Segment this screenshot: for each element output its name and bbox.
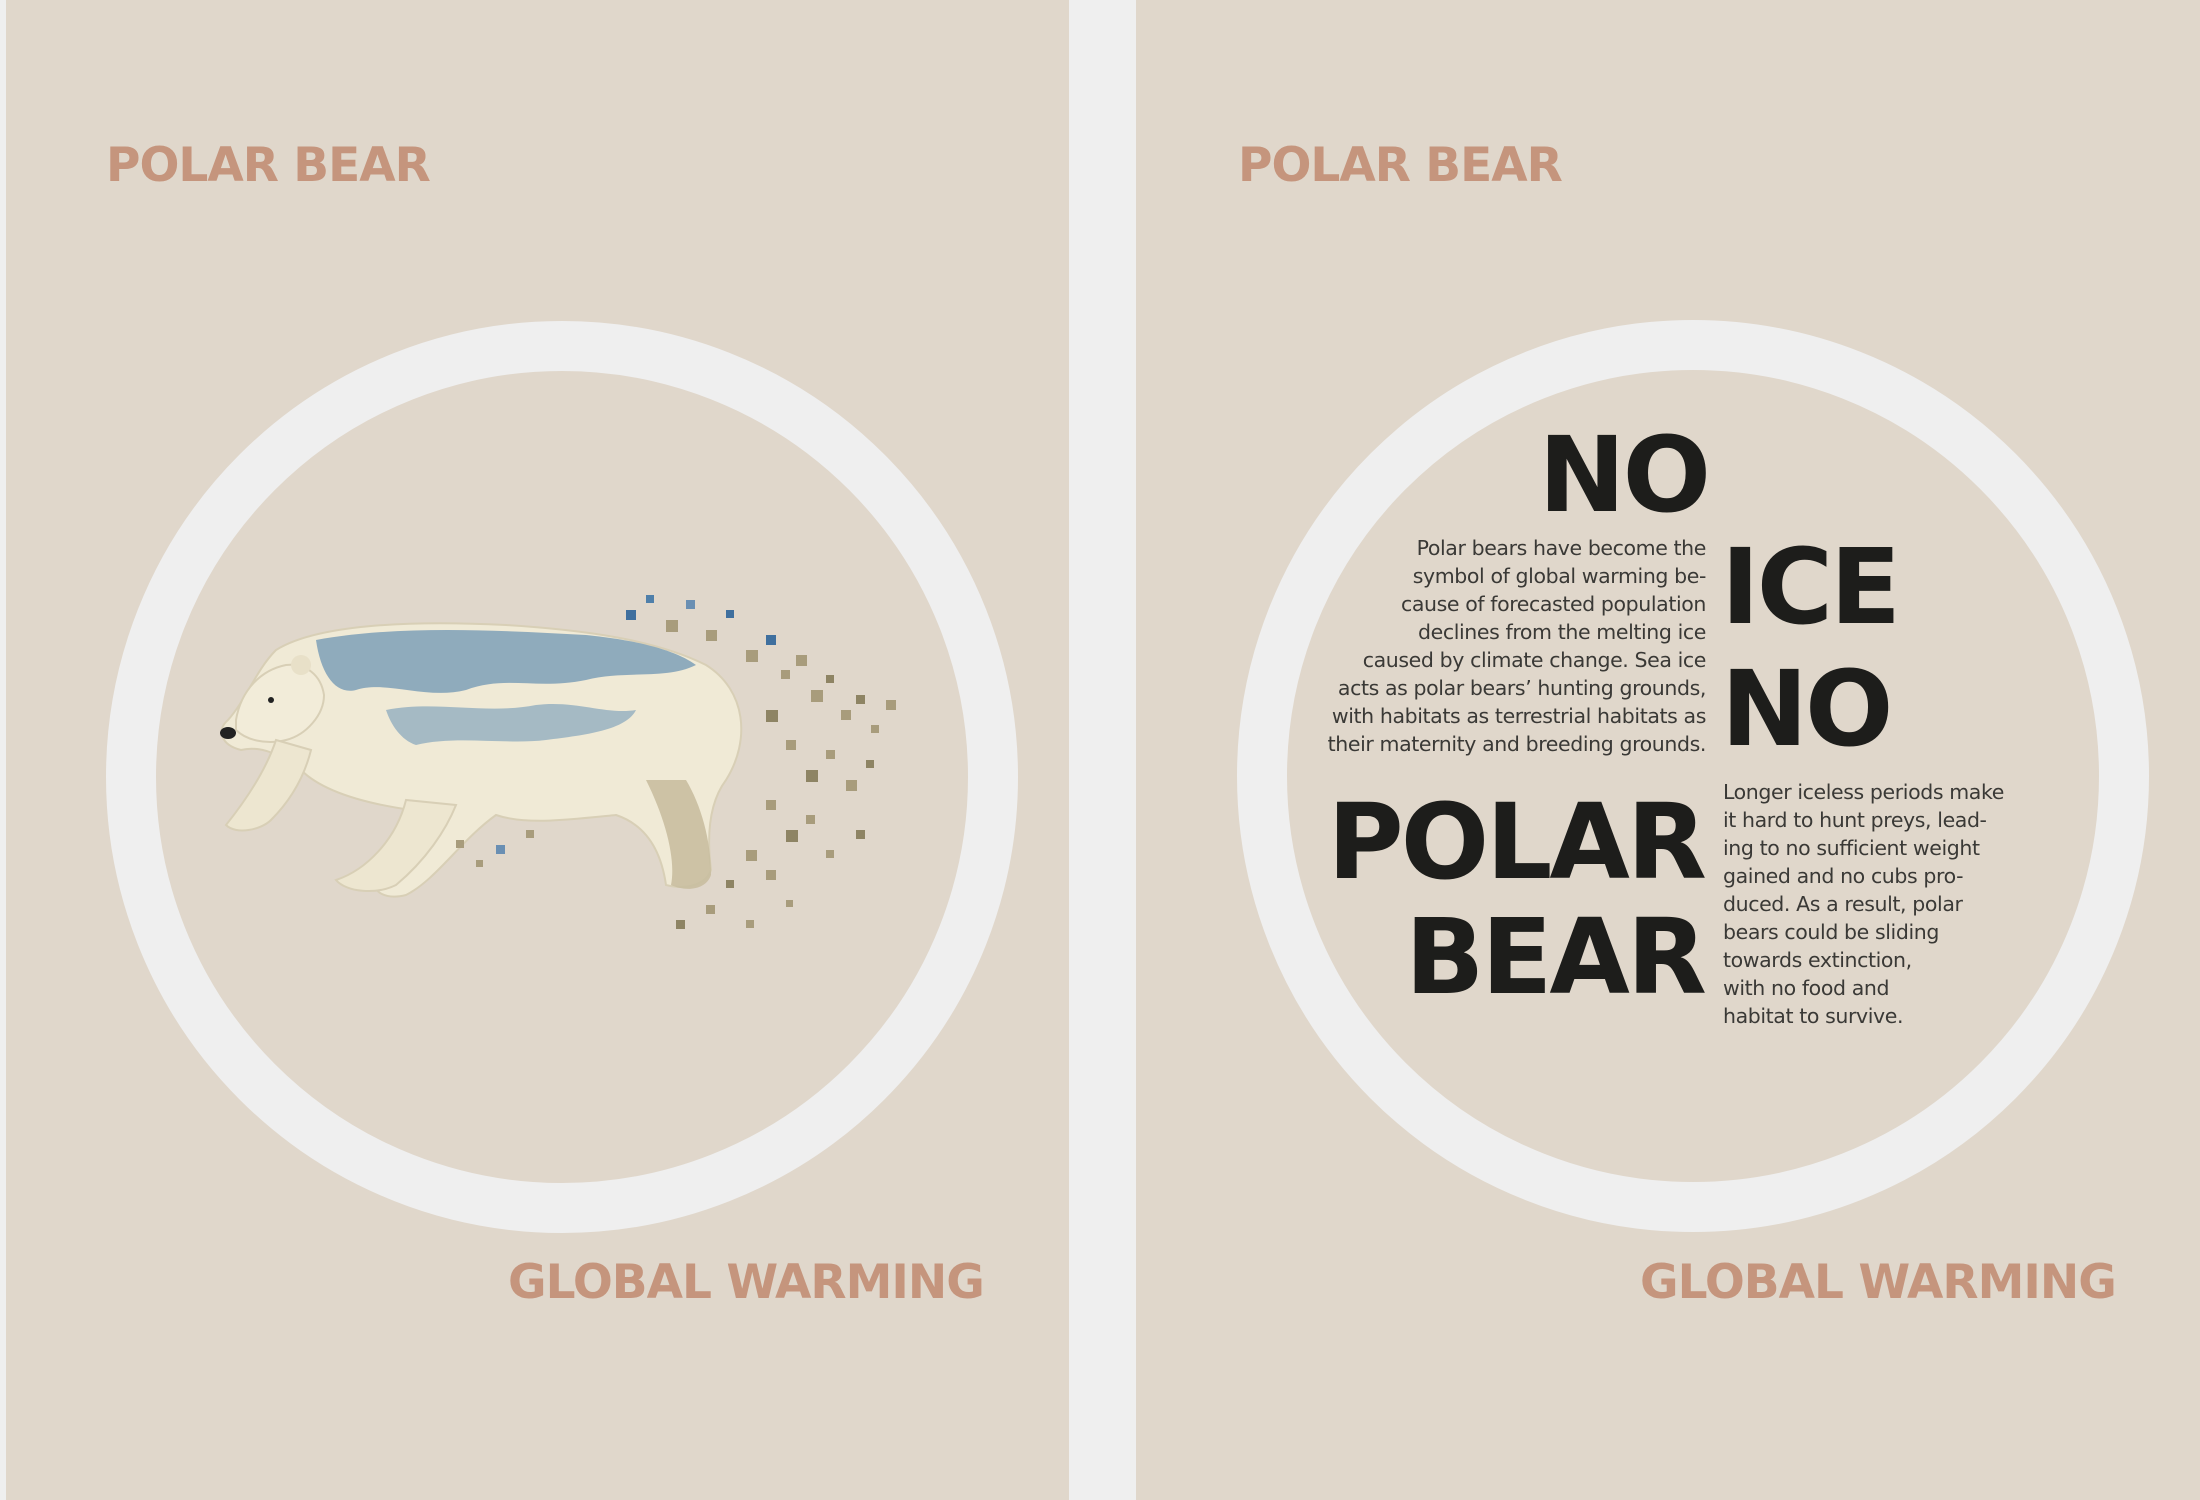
paragraph-left-line: cause of forecasted population <box>1400 592 1706 616</box>
paragraph-right-line: ing to no sufficient weight <box>1723 836 1980 860</box>
poster-left-footer: GLOBAL WARMING <box>508 1255 985 1310</box>
poster-left-header: POLAR BEAR <box>106 138 431 193</box>
headline-word-no-2: NO <box>1721 648 1893 770</box>
paragraph-right-line: towards extinction, <box>1723 948 1912 972</box>
headline-word-no-1: NO <box>1538 414 1711 536</box>
paragraph-left-line: Polar bears have become the <box>1416 536 1707 560</box>
paragraph-left-line: acts as polar bears’ hunting grounds, <box>1337 676 1706 700</box>
paragraph-left-line: symbol of global warming be- <box>1412 564 1707 588</box>
paragraph-right-line: duced. As a result, polar <box>1723 892 1963 916</box>
headline-word-ice: ICE <box>1721 526 1901 648</box>
paragraph-left-line: caused by climate change. Sea ice <box>1362 648 1707 672</box>
poster-right-header: POLAR BEAR <box>1238 138 1563 193</box>
paragraph-right-line: bears could be sliding <box>1723 920 1939 944</box>
paragraph-right-line: it hard to hunt preys, lead- <box>1723 808 1987 832</box>
bear-front-leg <box>224 738 313 832</box>
paragraph-left-line: their maternity and breeding grounds. <box>1327 732 1707 756</box>
headline-word-polar: POLAR <box>1327 781 1707 903</box>
paragraph-right: Longer iceless periods make it hard to h… <box>1723 778 2004 1030</box>
polar-bear-illustration <box>220 595 896 929</box>
paragraph-right-line: Longer iceless periods make <box>1723 780 2004 804</box>
paragraph-right-line: with no food and <box>1723 976 1890 1000</box>
bear-ear <box>291 655 311 675</box>
bear-nose <box>220 727 236 739</box>
paragraph-left-line: declines from the melting ice <box>1418 620 1706 644</box>
bear-eye <box>268 697 274 703</box>
headline-word-bear: BEAR <box>1405 896 1707 1018</box>
poster-left: POLAR BEAR GLOBAL WARMING <box>6 0 1069 1500</box>
paragraph-left: Polar bears have become the symbol of gl… <box>1327 534 1707 758</box>
paragraph-right-line: habitat to survive. <box>1723 1004 1904 1028</box>
poster-right-footer: GLOBAL WARMING <box>1640 1255 2117 1310</box>
poster-right: POLAR BEAR NO ICE NO POLAR BEAR Polar be… <box>1136 0 2200 1500</box>
paragraph-right-line: gained and no cubs pro- <box>1723 864 1964 888</box>
paragraph-left-line: with habitats as terrestrial habitats as <box>1331 704 1707 728</box>
